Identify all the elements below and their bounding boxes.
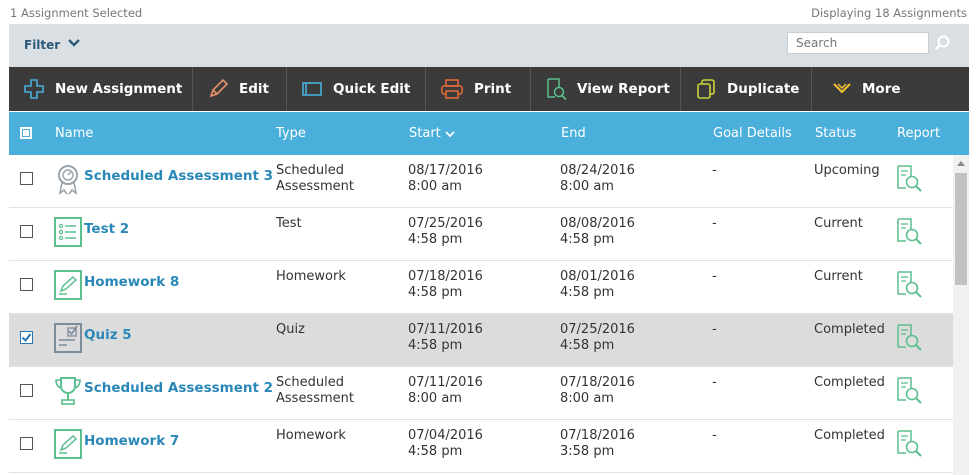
view-report-button[interactable]: View Report [531, 67, 681, 111]
row-checkbox[interactable] [20, 331, 33, 344]
plus-icon [24, 79, 44, 99]
column-status[interactable]: Status [815, 126, 856, 141]
table-row[interactable]: Test 2 Test 07/25/2016 4:58 pm 08/08/2016 4:5… [9, 208, 953, 261]
goal-details-cell: - [712, 375, 717, 390]
assignments-table: Scheduled Assessment 3 Scheduled Assessme… [9, 155, 953, 475]
table-row[interactable]: Homework 7 Homework 07/04/2016 4:58 pm 07/18… [9, 420, 953, 473]
status-cell: Current [814, 269, 863, 284]
type-cell: Scheduled Assessment [276, 163, 354, 194]
column-goal-details[interactable]: Goal Details [713, 126, 792, 141]
view-report-icon[interactable] [895, 217, 923, 247]
report-magnifier-icon [547, 78, 567, 101]
vertical-scrollbar[interactable] [953, 155, 969, 475]
type-cell: Homework [276, 269, 346, 284]
type-cell: Homework [276, 428, 346, 443]
homework-pencil-icon [53, 269, 83, 301]
type-cell: Scheduled Assessment [276, 375, 354, 406]
award-ribbon-icon [53, 163, 83, 195]
pencil-icon [209, 78, 229, 98]
trophy-icon [53, 375, 83, 407]
goal-details-cell: - [712, 269, 717, 284]
view-report-icon[interactable] [895, 429, 923, 459]
scroll-up-icon[interactable] [957, 161, 965, 166]
duplicate-button[interactable]: Duplicate [681, 67, 812, 111]
column-type[interactable]: Type [276, 126, 306, 141]
assignment-name-link[interactable]: Homework 7 [84, 433, 179, 449]
type-cell: Quiz [276, 322, 305, 337]
view-report-icon[interactable] [895, 270, 923, 300]
status-cell: Upcoming [814, 163, 880, 178]
column-start[interactable]: Start [409, 126, 455, 141]
search-input[interactable] [787, 32, 929, 54]
quiz-check-icon [53, 322, 83, 354]
duplicate-icon [697, 79, 715, 99]
test-list-icon [53, 216, 83, 248]
filter-label[interactable]: Filter [24, 38, 60, 52]
search-icon[interactable] [929, 32, 955, 54]
status-line: 1 Assignment Selected Displaying 18 Assi… [0, 0, 978, 24]
edit-button[interactable]: Edit [193, 67, 287, 111]
toolbar: New Assignment Edit Quick Edit Print Vie… [9, 67, 969, 111]
status-cell: Completed [814, 322, 885, 337]
table-row[interactable]: Scheduled Assessment 3 Scheduled Assessme… [9, 155, 953, 208]
filter-bar: Filter [9, 24, 969, 67]
quick-edit-icon [302, 82, 322, 96]
assignment-name-link[interactable]: Homework 8 [84, 274, 179, 290]
new-assignment-button[interactable]: New Assignment [9, 67, 193, 111]
chevron-down-icon [833, 83, 851, 94]
goal-details-cell: - [712, 163, 717, 178]
assignment-name-link[interactable]: Quiz 5 [84, 327, 132, 343]
row-checkbox[interactable] [20, 437, 33, 450]
row-checkbox[interactable] [20, 384, 33, 397]
row-checkbox[interactable] [20, 225, 33, 238]
type-cell: Test [276, 216, 302, 231]
table-row[interactable]: Scheduled Assessment 2 Scheduled Assessme… [9, 367, 953, 420]
column-report: Report [897, 126, 941, 141]
view-report-icon[interactable] [895, 376, 923, 406]
goal-details-cell: - [712, 216, 717, 231]
column-end[interactable]: End [561, 126, 586, 141]
sort-down-icon [445, 130, 455, 137]
end-cell: 08/08/2016 4:58 pm [560, 216, 635, 247]
table-header: Name Type Start End Goal Details Status … [9, 112, 969, 155]
assignment-name-link[interactable]: Scheduled Assessment 3 [84, 168, 273, 184]
selection-count: 1 Assignment Selected [10, 6, 143, 20]
goal-details-cell: - [712, 428, 717, 443]
start-cell: 07/04/2016 4:58 pm [408, 428, 483, 459]
start-cell: 08/17/2016 8:00 am [408, 163, 483, 194]
row-checkbox[interactable] [20, 278, 33, 291]
status-cell: Completed [814, 375, 885, 390]
table-row[interactable]: Quiz 5 Quiz 07/11/2016 4:58 pm 07/25/2016 4:5… [9, 314, 953, 367]
start-cell: 07/18/2016 4:58 pm [408, 269, 483, 300]
scrollbar-thumb[interactable] [955, 173, 967, 285]
start-cell: 07/11/2016 4:58 pm [408, 322, 483, 353]
view-report-icon[interactable] [895, 323, 923, 353]
view-report-icon[interactable] [895, 164, 923, 194]
quick-edit-button[interactable]: Quick Edit [287, 67, 426, 111]
status-cell: Completed [814, 428, 885, 443]
print-button[interactable]: Print [426, 67, 531, 111]
printer-icon [441, 79, 463, 99]
table-row[interactable]: Homework 8 Homework 07/18/2016 4:58 pm 08/01… [9, 261, 953, 314]
end-cell: 07/25/2016 4:58 pm [560, 322, 635, 353]
column-name[interactable]: Name [55, 126, 93, 141]
end-cell: 07/18/2016 3:58 pm [560, 428, 635, 459]
start-cell: 07/25/2016 4:58 pm [408, 216, 483, 247]
end-cell: 08/01/2016 4:58 pm [560, 269, 635, 300]
homework-pencil-icon [53, 428, 83, 460]
display-count: Displaying 18 Assignments [811, 6, 967, 20]
goal-details-cell: - [712, 322, 717, 337]
end-cell: 08/24/2016 8:00 am [560, 163, 635, 194]
row-checkbox[interactable] [20, 172, 33, 185]
end-cell: 07/18/2016 8:00 am [560, 375, 635, 406]
assignment-name-link[interactable]: Scheduled Assessment 2 [84, 380, 273, 396]
select-all-checkbox[interactable] [20, 127, 32, 139]
more-button[interactable]: More [812, 67, 969, 111]
status-cell: Current [814, 216, 863, 231]
chevron-down-icon[interactable] [67, 36, 81, 50]
assignment-name-link[interactable]: Test 2 [84, 221, 129, 237]
start-cell: 07/11/2016 8:00 am [408, 375, 483, 406]
